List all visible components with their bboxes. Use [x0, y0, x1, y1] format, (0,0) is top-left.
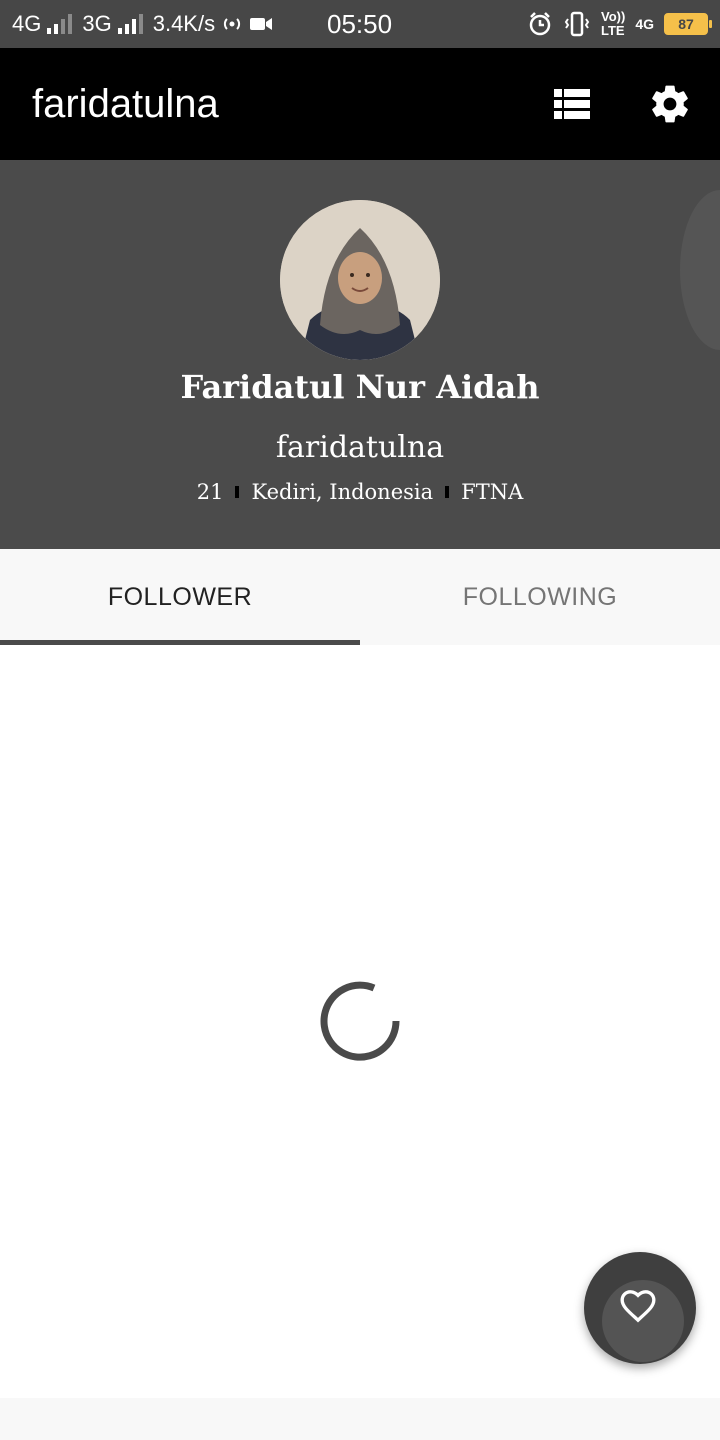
list-view-button[interactable] [550, 82, 594, 126]
video-icon [250, 18, 273, 30]
divider [235, 486, 240, 498]
decorative-edge [680, 190, 720, 350]
profile-header: Faridatul Nur Aidah faridatulna 21 Kedir… [0, 160, 720, 549]
tab-indicator [0, 640, 360, 645]
settings-button[interactable] [648, 82, 692, 126]
profile-location: Kediri, Indonesia [251, 480, 434, 504]
profile-username: faridatulna [275, 430, 445, 465]
network-speed: 3.4K/s [152, 11, 216, 36]
battery-icon: 87 [664, 13, 712, 35]
vibrate-icon [564, 11, 590, 37]
list-icon [554, 89, 590, 119]
avatar[interactable] [280, 200, 440, 360]
volte-top: Vo)) [601, 9, 626, 24]
avatar-image [280, 200, 440, 360]
app-bar: faridatulna [0, 48, 720, 160]
tab-follower[interactable]: FOLLOWER [0, 549, 360, 645]
network-type-3: 4G [635, 16, 654, 32]
volte-indicator: Vo)) LTE [601, 10, 625, 38]
tab-following[interactable]: FOLLOWING [360, 549, 720, 645]
tab-bar: FOLLOWER FOLLOWING [0, 549, 720, 645]
loading-spinner-icon [320, 981, 400, 1061]
network-type-1: 4G [12, 11, 42, 36]
status-left: 4G 3G 3.4K/s [12, 0, 273, 48]
volte-bottom: LTE [601, 23, 625, 38]
profile-name: Faridatul Nur Aidah [180, 368, 540, 406]
heart-icon [620, 1290, 656, 1323]
clock: 05:50 [327, 9, 393, 39]
signal-icon-2 [117, 14, 143, 34]
profile-meta: 21 Kediri, Indonesia FTNA [0, 480, 720, 504]
network-type-2: 3G [82, 11, 112, 36]
profile-code: FTNA [461, 480, 524, 504]
signal-icon [47, 14, 73, 34]
divider [445, 486, 450, 498]
battery-level: 87 [678, 16, 694, 32]
favorite-fab-button[interactable] [584, 1252, 696, 1364]
hotspot-icon [224, 18, 241, 30]
status-bar: 4G 3G 3.4K/s 05:50 Vo)) LTE 4G 87 [0, 0, 720, 48]
alarm-icon [529, 12, 551, 36]
gear-icon [652, 85, 688, 123]
app-bar-title: faridatulna [32, 82, 219, 126]
status-right: Vo)) LTE 4G 87 [527, 0, 712, 48]
bottom-strip [0, 1398, 720, 1440]
profile-age: 21 [196, 480, 224, 504]
